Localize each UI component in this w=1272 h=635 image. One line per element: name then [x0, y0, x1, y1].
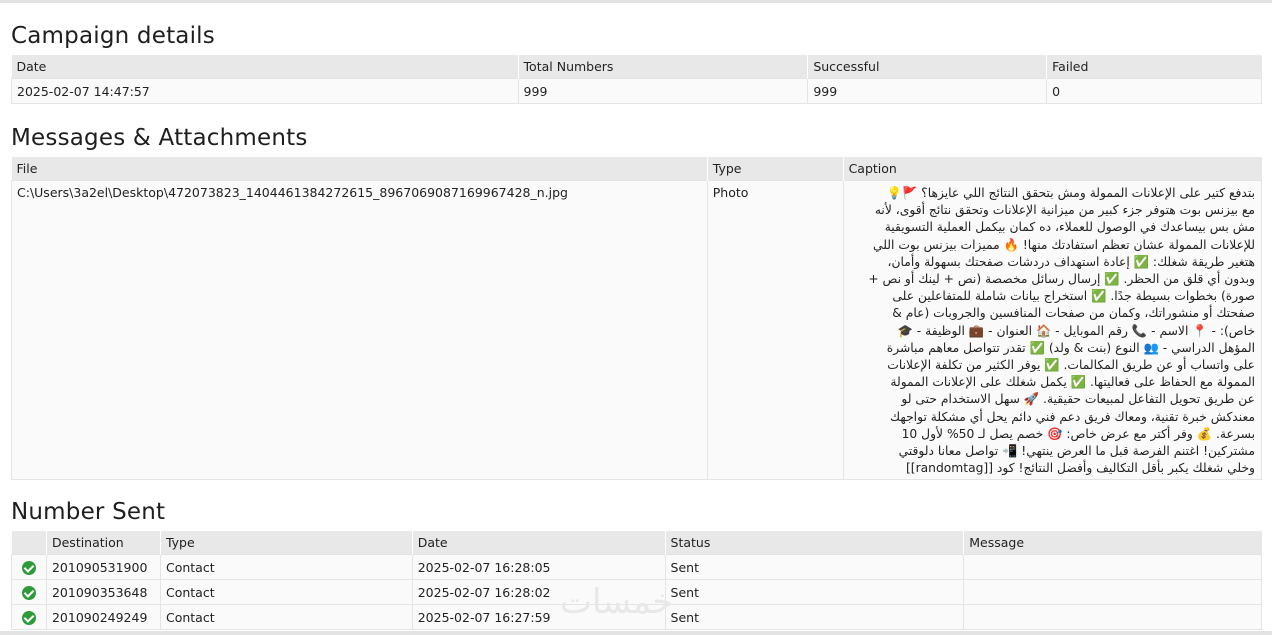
campaign-details-heading: Campaign details — [11, 23, 215, 49]
column-header-successful: Successful — [807, 55, 1047, 79]
column-header-type: Type — [706, 157, 844, 181]
campaign-total-numbers: 999 — [517, 78, 809, 104]
top-border — [0, 0, 1272, 3]
column-header-status-icon — [11, 531, 47, 555]
date-cell: 2025-02-07 16:28:05 — [411, 554, 666, 580]
message-cell — [963, 554, 1262, 580]
message-cell — [963, 579, 1262, 605]
column-header-date: Date — [11, 55, 519, 79]
message-caption: بتدفع كتير على الإعلانات الممولة ومش بتح… — [842, 179, 1263, 481]
check-circle-icon — [21, 585, 36, 600]
column-header-status: Status — [664, 531, 964, 555]
table-row[interactable]: 201090531900 Contact 2025-02-07 16:28:05… — [11, 554, 1262, 580]
bottom-border — [0, 631, 1272, 635]
table-header-row: Destination Type Date Status Message — [11, 531, 1262, 555]
destination-cell: 201090531900 — [45, 554, 161, 580]
campaign-details-table: Date Total Numbers Successful Failed 202… — [11, 55, 1262, 104]
status-cell — [11, 604, 47, 630]
table-header-row: Date Total Numbers Successful Failed — [11, 55, 1262, 79]
status-cell — [11, 554, 47, 580]
column-header-file: File — [11, 157, 708, 181]
messages-attachments-table: File Type Caption C:\Users\3a2el\Desktop… — [11, 157, 1263, 481]
type-cell: Contact — [159, 604, 413, 630]
campaign-failed: 0 — [1046, 78, 1262, 104]
campaign-successful: 999 — [807, 78, 1048, 104]
table-row: C:\Users\3a2el\Desktop\472073823_1404461… — [11, 179, 1263, 481]
status-cell — [11, 579, 47, 605]
check-circle-icon — [21, 560, 36, 575]
status-text-cell: Sent — [664, 604, 965, 630]
type-cell: Contact — [159, 579, 413, 605]
check-circle-icon — [21, 610, 36, 625]
column-header-date: Date — [411, 531, 666, 555]
destination-cell: 201090249249 — [45, 604, 161, 630]
column-header-message: Message — [963, 531, 1262, 555]
column-header-failed: Failed — [1046, 55, 1262, 79]
table-header-row: File Type Caption — [11, 157, 1262, 181]
attachment-file-path: C:\Users\3a2el\Desktop\472073823_1404461… — [11, 179, 708, 481]
message-cell — [963, 604, 1262, 630]
table-row: 2025-02-07 14:47:57 999 999 0 — [11, 78, 1262, 104]
column-header-total-numbers: Total Numbers — [517, 55, 808, 79]
column-header-caption: Caption — [842, 157, 1262, 181]
attachment-type: Photo — [706, 179, 844, 481]
campaign-date: 2025-02-07 14:47:57 — [11, 78, 519, 104]
status-text-cell: Sent — [664, 554, 965, 580]
watermark-logo: خمسات — [560, 582, 674, 622]
column-header-destination: Destination — [45, 531, 161, 555]
number-sent-heading: Number Sent — [11, 499, 166, 525]
column-header-type: Type — [159, 531, 413, 555]
type-cell: Contact — [159, 554, 413, 580]
destination-cell: 201090353648 — [45, 579, 161, 605]
messages-attachments-heading: Messages & Attachments — [11, 125, 308, 151]
status-text-cell: Sent — [664, 579, 965, 605]
